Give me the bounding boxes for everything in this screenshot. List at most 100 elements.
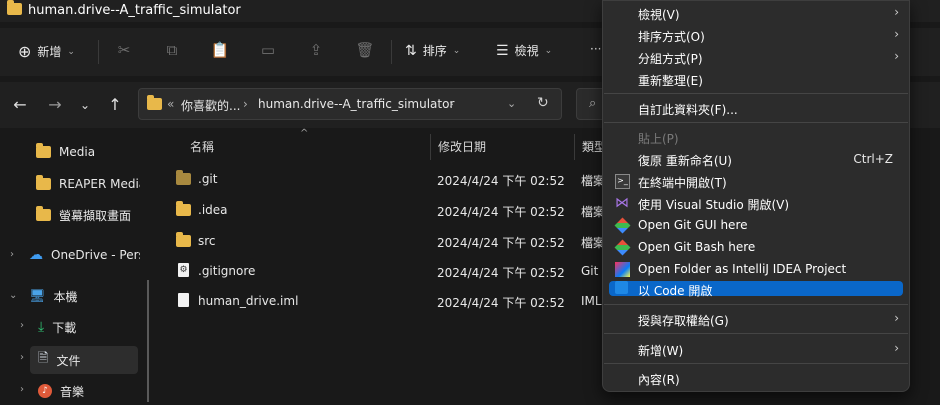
- menu-item-label: 內容(R): [638, 373, 680, 387]
- sidebar-item-screenshots[interactable]: 螢幕擷取畫面: [36, 201, 148, 229]
- menu-item-properties[interactable]: 內容(R): [609, 367, 903, 389]
- column-divider[interactable]: [574, 134, 575, 160]
- menu-item-shortcut: Ctrl+Z: [853, 152, 893, 166]
- file-date: 2024/4/24 下午 02:52: [437, 266, 565, 280]
- divider: [98, 40, 99, 64]
- sidebar-item-music[interactable]: ♪ 音樂: [38, 377, 138, 405]
- address-dropdown-icon[interactable]: ⌄: [507, 97, 516, 110]
- visual-studio-icon: ⋈: [615, 195, 629, 211]
- folder-icon: [36, 143, 51, 158]
- menu-item-label: 自訂此資料夾(F)...: [638, 103, 738, 117]
- menu-item-give-access[interactable]: 授與存取權給(G) ›: [609, 308, 903, 330]
- menu-item-undo-rename[interactable]: 復原 重新命名(U) Ctrl+Z: [609, 148, 903, 170]
- sidebar-item-reaper-media[interactable]: REAPER Media: [36, 170, 140, 198]
- navigation-pane: Media REAPER Media 螢幕擷取畫面 › ☁ OneDrive -…: [0, 128, 158, 402]
- breadcrumb-separator: ›: [243, 97, 248, 111]
- file-name: .idea: [198, 203, 228, 217]
- plus-circle-icon: ⊕: [18, 42, 32, 61]
- menu-item-open-with-code[interactable]: 以 Code 開啟: [609, 281, 903, 298]
- download-icon: ⤓: [38, 319, 45, 335]
- share-icon[interactable]: ⇪: [306, 40, 326, 60]
- sidebar-item-documents[interactable]: 🗎 文件: [30, 346, 138, 374]
- table-row[interactable]: human_drive.iml 2024/4/24 下午 02:52 IML: [166, 286, 606, 316]
- file-name: .git: [198, 172, 218, 186]
- sidebar-item-media[interactable]: Media: [36, 138, 148, 166]
- column-header-name[interactable]: 名稱: [190, 138, 214, 155]
- menu-item-open-in-terminal[interactable]: >_ 在終端中開啟(T): [609, 170, 903, 192]
- context-menu: 檢視(V) › 排序方式(O) › 分組方式(P) › 重新整理(E) 自訂此資…: [602, 0, 910, 392]
- file-type: IML: [581, 294, 602, 308]
- menu-separator: [604, 93, 908, 94]
- table-row[interactable]: .idea 2024/4/24 下午 02:52 檔案: [166, 195, 606, 225]
- intellij-icon: [615, 262, 630, 277]
- address-bar[interactable]: « 你喜歡的... › human.drive--A_traffic_simul…: [138, 88, 562, 120]
- copy-icon[interactable]: ⧉: [162, 40, 182, 60]
- menu-item-label: 在終端中開啟(T): [638, 176, 727, 190]
- breadcrumb-current-folder[interactable]: human.drive--A_traffic_simulator: [258, 97, 454, 111]
- back-arrow-icon[interactable]: ←: [9, 94, 31, 116]
- folder-icon: [36, 175, 51, 190]
- breadcrumb-favorites[interactable]: 你喜歡的...: [181, 97, 240, 114]
- sort-icon: ⇅: [405, 42, 417, 59]
- table-row[interactable]: src 2024/4/24 下午 02:52 檔案: [166, 226, 606, 256]
- up-arrow-icon[interactable]: ↑: [104, 94, 126, 116]
- rename-icon[interactable]: ▭: [258, 40, 278, 60]
- sort-button-label: 排序: [422, 44, 447, 58]
- more-icon: ···: [590, 42, 602, 56]
- collapse-chevron-icon[interactable]: ⌄: [9, 290, 17, 301]
- menu-item-open-intellij[interactable]: Open Folder as IntelliJ IDEA Project: [609, 258, 903, 280]
- sidebar-item-this-pc[interactable]: 🖥 本機: [29, 282, 141, 310]
- more-options-button[interactable]: ···: [590, 42, 601, 56]
- menu-item-refresh[interactable]: 重新整理(E): [609, 68, 903, 90]
- submenu-arrow-icon: ›: [894, 341, 899, 355]
- refresh-icon[interactable]: ↻: [537, 95, 549, 111]
- paste-icon[interactable]: 📋: [210, 40, 230, 60]
- menu-item-open-visual-studio[interactable]: ⋈ 使用 Visual Studio 開啟(V): [609, 192, 903, 214]
- delete-icon[interactable]: 🗑: [355, 40, 375, 60]
- breadcrumb-overflow[interactable]: «: [167, 97, 174, 111]
- view-list-icon: ☰: [496, 42, 509, 59]
- expand-chevron-icon[interactable]: ›: [10, 249, 14, 260]
- menu-item-label: 以 Code 開啟: [638, 284, 713, 298]
- expand-chevron-icon[interactable]: ›: [20, 320, 24, 331]
- sort-button[interactable]: ⇅ 排序 ⌄: [405, 42, 460, 59]
- settings-file-icon: ⚙: [178, 263, 189, 277]
- sidebar-item-label: 螢幕擷取畫面: [59, 208, 132, 223]
- menu-item-label: 授與存取權給(G): [638, 314, 729, 328]
- folder-icon: [176, 232, 191, 247]
- submenu-arrow-icon: ›: [894, 27, 899, 41]
- column-header-date[interactable]: 修改日期: [438, 138, 486, 155]
- menu-item-label: 新增(W): [638, 344, 684, 358]
- column-divider[interactable]: [430, 134, 431, 160]
- submenu-arrow-icon: ›: [894, 5, 899, 19]
- menu-item-group-by[interactable]: 分組方式(P) ›: [609, 46, 903, 68]
- view-button[interactable]: ☰ 檢視 ⌄: [496, 42, 552, 59]
- menu-item-git-gui[interactable]: Open Git GUI here: [609, 214, 903, 236]
- sidebar-scrollbar[interactable]: [147, 280, 149, 402]
- recent-chevron-icon[interactable]: ⌄: [74, 94, 96, 116]
- sidebar-item-downloads[interactable]: ⤓ 下載: [38, 313, 138, 341]
- folder-icon: [176, 201, 191, 216]
- cloud-icon: ☁: [29, 247, 43, 263]
- menu-item-new[interactable]: 新增(W) ›: [609, 338, 903, 360]
- expand-chevron-icon[interactable]: ›: [20, 352, 24, 363]
- menu-item-sort-by[interactable]: 排序方式(O) ›: [609, 24, 903, 46]
- sidebar-item-label: REAPER Media: [59, 177, 140, 191]
- table-row[interactable]: ⚙ .gitignore 2024/4/24 下午 02:52 Git I: [166, 256, 606, 286]
- expand-chevron-icon[interactable]: ›: [20, 384, 24, 395]
- monitor-icon: 🖥: [29, 288, 46, 304]
- new-button[interactable]: ⊕ 新增 ⌄: [18, 42, 75, 61]
- menu-item-label: 重新整理(E): [638, 74, 703, 88]
- menu-item-view[interactable]: 檢視(V) ›: [609, 2, 903, 24]
- menu-separator: [604, 333, 908, 334]
- table-row[interactable]: .git 2024/4/24 下午 02:52 檔案: [166, 164, 606, 194]
- menu-item-customize-folder[interactable]: 自訂此資料夾(F)...: [609, 97, 903, 119]
- forward-arrow-icon[interactable]: →: [44, 94, 66, 116]
- menu-item-git-bash[interactable]: Open Git Bash here: [609, 236, 903, 258]
- vscode-icon: [615, 281, 628, 294]
- sort-ascending-icon: ^: [300, 128, 309, 139]
- cut-icon[interactable]: ✂: [114, 40, 134, 60]
- sidebar-item-onedrive[interactable]: ☁ OneDrive - Personal: [29, 241, 140, 269]
- menu-item-label: Open Git Bash here: [638, 240, 756, 254]
- breadcrumb-separator: ›: [449, 97, 454, 111]
